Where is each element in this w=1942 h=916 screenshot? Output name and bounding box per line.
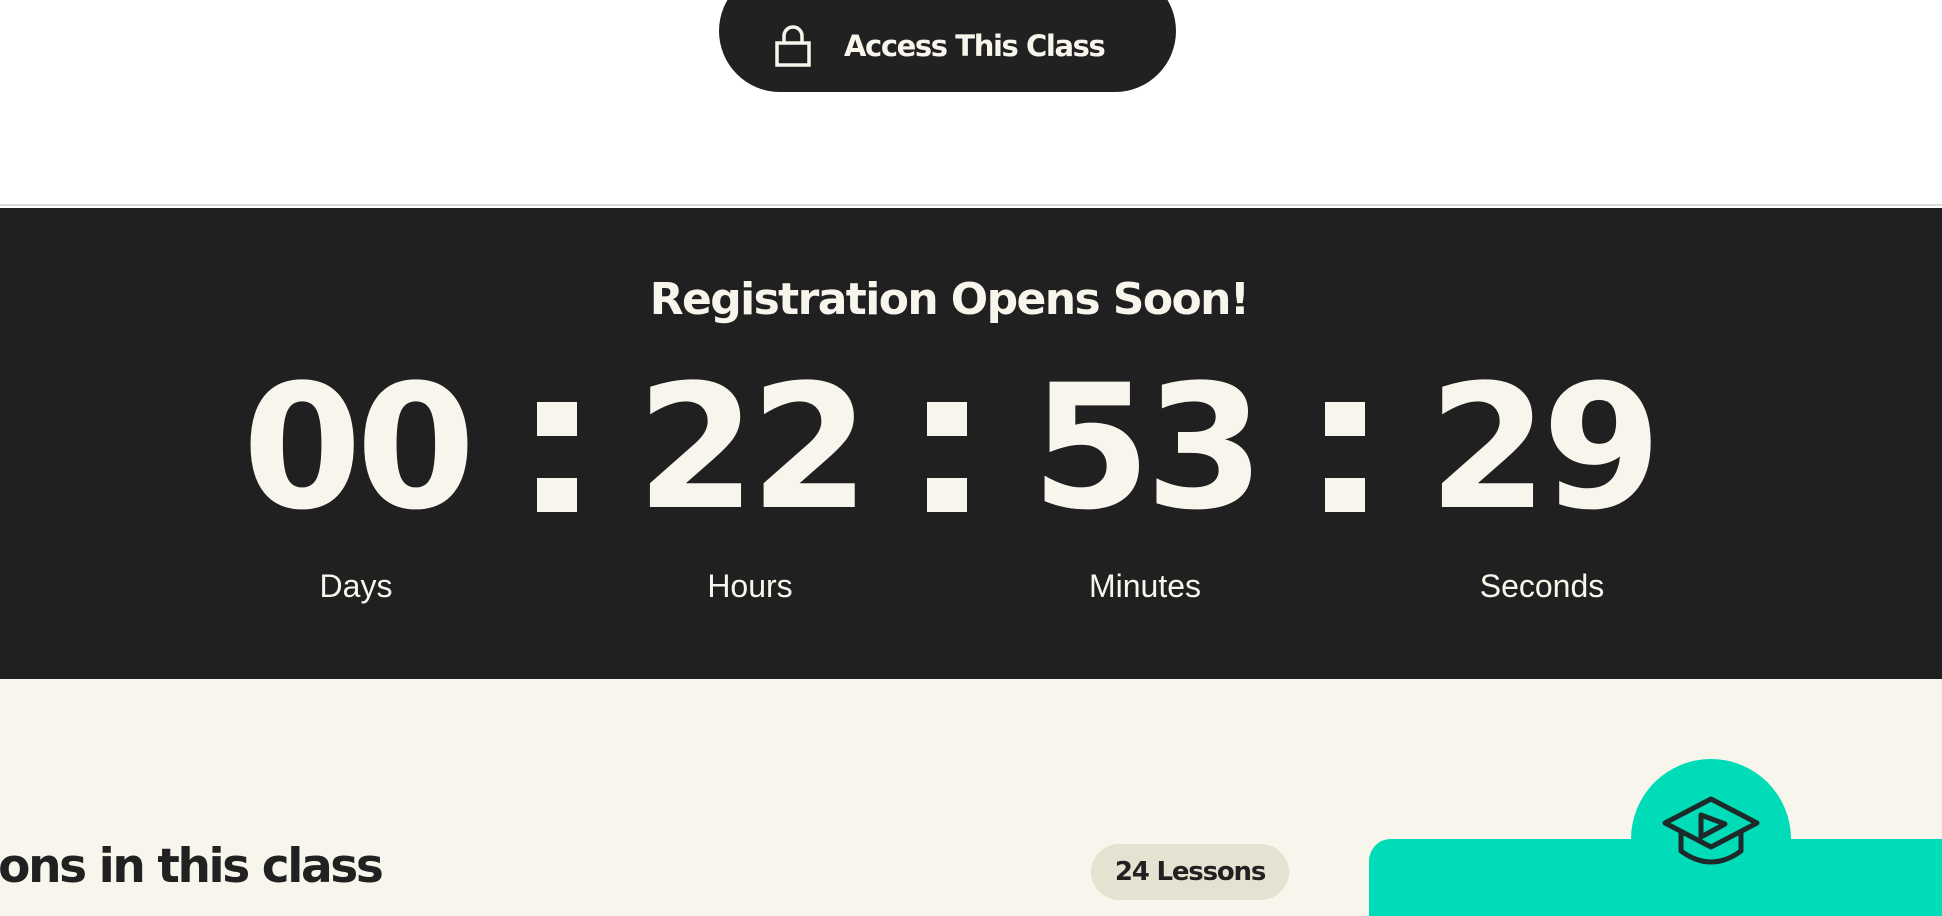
countdown-days-value: 00 xyxy=(242,347,475,548)
countdown-hours-label: Hours xyxy=(707,568,793,604)
countdown-seconds-value: 29 xyxy=(1428,347,1661,548)
countdown-title: Registration Opens Soon! xyxy=(649,274,1250,325)
top-band: Access This Class xyxy=(0,0,1942,206)
graduation-cap-play-icon xyxy=(1662,796,1760,865)
countdown-seconds-label: Seconds xyxy=(1479,568,1605,604)
countdown-section: Registration Opens Soon! 00 22 53 29 Day… xyxy=(0,208,1942,679)
countdown-separator xyxy=(1325,402,1365,512)
class-icon-circle xyxy=(1631,759,1791,916)
countdown-minutes-value: 53 xyxy=(1031,347,1264,548)
access-class-button[interactable]: Access This Class xyxy=(719,0,1176,92)
countdown-days-label: Days xyxy=(319,568,393,604)
countdown-minutes-label: Minutes xyxy=(1088,568,1202,604)
access-class-label: Access This Class xyxy=(844,29,1106,63)
countdown-separator xyxy=(927,402,967,512)
countdown-hours-value: 22 xyxy=(636,347,869,548)
lessons-count-badge: 24 Lessons xyxy=(1091,844,1289,900)
lock-icon xyxy=(775,25,811,67)
lessons-section: Lessons in this class 24 Lessons xyxy=(0,679,1942,916)
lessons-heading: Lessons in this class xyxy=(0,839,384,894)
countdown-separator xyxy=(537,402,577,512)
